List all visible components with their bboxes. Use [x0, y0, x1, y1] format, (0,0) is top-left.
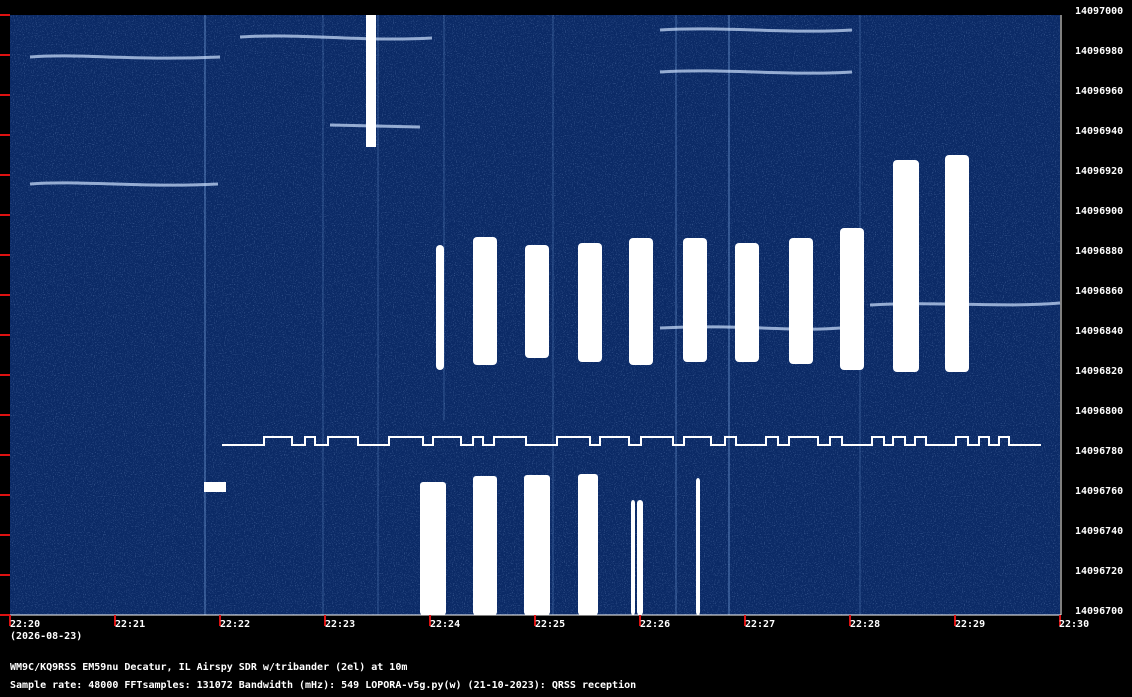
freq-label: 14096780	[1075, 446, 1124, 457]
freq-label: 14096820	[1075, 366, 1124, 377]
freq-label: 14097000	[1075, 6, 1124, 17]
date-label: (2026-08-23)	[10, 631, 83, 642]
vertical-burst	[366, 15, 376, 147]
time-label: 22:27	[745, 619, 776, 630]
time-label: 22:21	[115, 619, 146, 630]
freq-label: 14096740	[1075, 526, 1124, 537]
qrss-mark	[524, 475, 550, 615]
time-label: 22:28	[850, 619, 881, 630]
freq-ticks	[0, 14, 10, 616]
freq-label: 14096880	[1075, 246, 1124, 257]
qrss-mark	[420, 482, 446, 615]
freq-label: 14096980	[1075, 46, 1124, 57]
freq-label: 14096700	[1075, 606, 1124, 617]
freq-label: 14096920	[1075, 166, 1124, 177]
time-label: 22:23	[325, 619, 356, 630]
reception-details: Sample rate: 48000 FFTsamples: 131072 Ba…	[10, 680, 637, 691]
qrss-mark	[840, 228, 864, 370]
time-label: 22:22	[220, 619, 251, 630]
qrss-mark	[893, 160, 919, 372]
freq-label: 14096900	[1075, 206, 1124, 217]
qrss-mark	[696, 478, 700, 615]
qrss-mark	[578, 474, 598, 615]
freq-label: 14096860	[1075, 286, 1124, 297]
qrss-mark	[735, 243, 759, 362]
freq-label: 14096840	[1075, 326, 1124, 337]
qrss-mark	[945, 155, 969, 372]
qrss-mark	[578, 243, 602, 362]
station-info: WM9C/KQ9RSS EM59nu Decatur, IL Airspy SD…	[10, 662, 408, 673]
qrss-mark	[436, 245, 444, 370]
qrss-mark	[629, 238, 653, 365]
qrss-mark	[631, 500, 635, 615]
time-label: 22:25	[535, 619, 566, 630]
time-label: 22:29	[955, 619, 986, 630]
qrss-mark	[637, 500, 643, 615]
qrss-mark	[789, 238, 813, 364]
freq-label: 14096960	[1075, 86, 1124, 97]
freq-label: 14096940	[1075, 126, 1124, 137]
qrss-mark	[683, 238, 707, 362]
freq-label: 14096720	[1075, 566, 1124, 577]
time-label: 22:24	[430, 619, 461, 630]
qrss-mark	[525, 245, 549, 358]
waterfall-spectrogram	[0, 14, 1062, 626]
small-blob	[204, 482, 226, 492]
qrss-mark	[473, 237, 497, 365]
time-label: 22:30	[1059, 619, 1090, 630]
time-label: 22:20	[10, 619, 41, 630]
qrss-mark	[473, 476, 497, 615]
freq-label: 14096800	[1075, 406, 1124, 417]
time-label: 22:26	[640, 619, 671, 630]
freq-label: 14096760	[1075, 486, 1124, 497]
